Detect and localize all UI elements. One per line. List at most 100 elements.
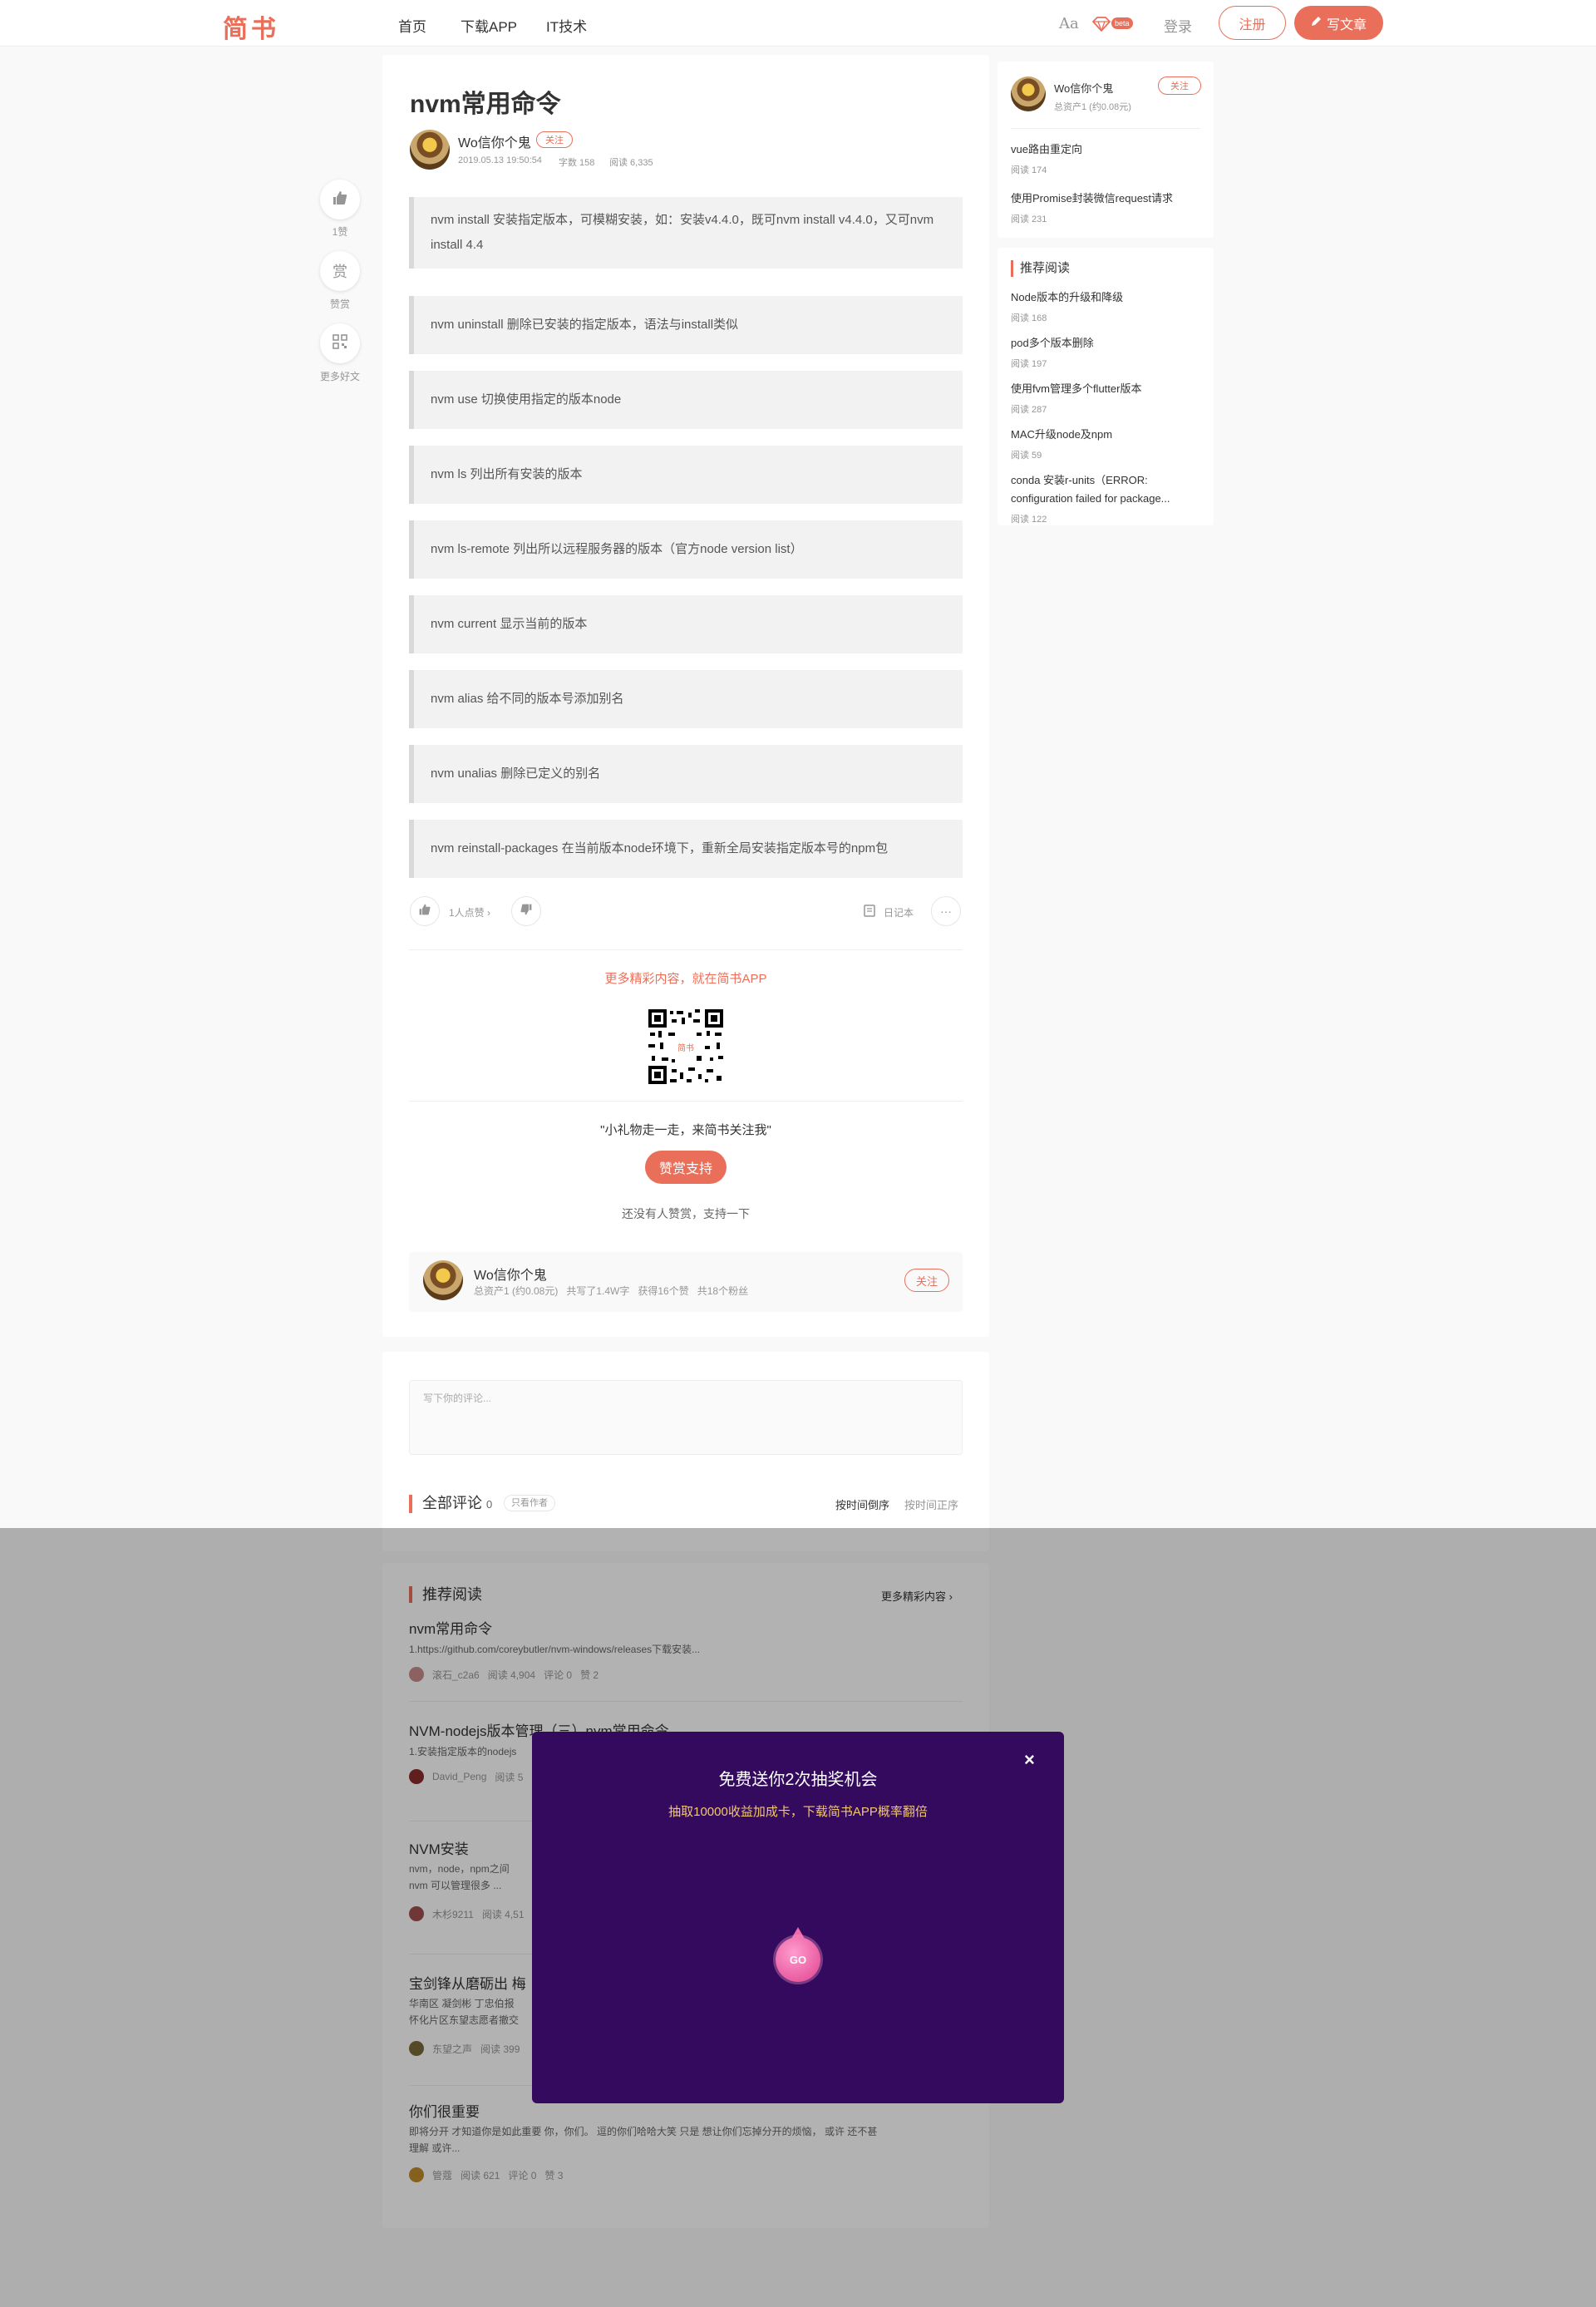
- close-icon[interactable]: ×: [1024, 1749, 1035, 1771]
- ellipsis-icon: ···: [940, 905, 952, 918]
- sidebar-rec-meta: 阅读 122: [1011, 515, 1047, 525]
- sidebar-rec-meta: 阅读 287: [1011, 405, 1047, 415]
- quote-text: nvm unalias 删除已定义的别名: [431, 767, 601, 781]
- more-in-app-text[interactable]: 更多精彩内容，就在简书APP: [382, 969, 989, 987]
- quote-block: nvm ls-remote 列出所以远程服务器的版本（官方node versio…: [409, 520, 963, 579]
- sidebar-rec-title[interactable]: pod多个版本删除: [1011, 334, 1094, 352]
- write-label: 写文章: [1326, 17, 1367, 32]
- sort-time-desc[interactable]: 按时间倒序: [835, 1496, 889, 1512]
- divider: [409, 949, 963, 950]
- comment-count: 0: [486, 1498, 493, 1511]
- sidebar-rec-meta: 阅读 168: [1011, 313, 1047, 323]
- quote-block: nvm uninstall 删除已安装的指定版本，语法与install类似: [409, 296, 963, 354]
- reward-side-button[interactable]: 赏: [320, 251, 360, 291]
- download-app-qrcode[interactable]: 简书: [647, 1008, 725, 1086]
- go-label: GO: [789, 1953, 807, 1966]
- sidebar-post-meta: 阅读 231: [1011, 214, 1047, 224]
- sidebar-rec-title[interactable]: conda 安装r-units（ERROR: configuration fai…: [1011, 471, 1194, 508]
- article-title: nvm常用命令: [410, 91, 561, 118]
- go-lottery-button[interactable]: GO: [776, 1937, 820, 1982]
- qrcode-icon: [332, 333, 347, 353]
- quote-block: nvm ls 列出所有安装的版本: [409, 446, 963, 504]
- nav-download-app[interactable]: 下载APP: [461, 15, 517, 36]
- jianshu-logo[interactable]: 简书: [223, 8, 279, 45]
- only-author-filter[interactable]: 只看作者: [504, 1495, 555, 1511]
- all-comments-heading: 全部评论 0: [409, 1495, 492, 1513]
- more-articles-side-button[interactable]: [320, 323, 360, 363]
- quote-text: nvm uninstall 删除已安装的指定版本，语法与install类似: [431, 318, 739, 332]
- login-link[interactable]: 登录: [1164, 15, 1192, 36]
- author-name[interactable]: Wo信你个鬼: [458, 131, 531, 151]
- author-avatar[interactable]: [423, 1260, 463, 1300]
- like-count-text[interactable]: 1人点赞 ›: [449, 905, 490, 919]
- reward-support-label: 赞赏支持: [658, 1162, 712, 1176]
- quote-text: nvm ls 列出所有安装的版本: [431, 467, 583, 481]
- pen-icon: [1311, 16, 1322, 31]
- author-stats: 总资产1 (约0.08元) 共写了1.4W字 获得16个赞 共18个粉丝: [474, 1285, 749, 1297]
- sidebar-post-title[interactable]: 使用Promise封装微信request请求: [1011, 190, 1173, 208]
- quote-text: nvm current 显示当前的版本: [431, 617, 588, 631]
- article-read-count: 阅读 6,335: [609, 158, 653, 168]
- reward-support-button[interactable]: 赞赏支持: [645, 1151, 727, 1184]
- register-label: 注册: [1239, 17, 1266, 32]
- all-comments-label: 全部评论: [422, 1495, 482, 1511]
- follow-author-tag[interactable]: 关注: [536, 131, 573, 148]
- more-options-button[interactable]: ···: [931, 896, 961, 926]
- thumb-down-icon: [520, 903, 533, 920]
- quote-text: nvm install 安装指定版本，可模糊安装，如：安装v4.4.0，既可nv…: [431, 213, 934, 252]
- sidebar-rec-meta: 阅读 197: [1011, 359, 1047, 369]
- quote-block: nvm use 切换使用指定的版本node: [409, 371, 963, 429]
- quote-text: nvm alias 给不同的版本号添加别名: [431, 692, 624, 706]
- comment-input[interactable]: 写下你的评论...: [409, 1380, 963, 1455]
- follow-label: 关注: [1170, 81, 1189, 91]
- like-side-button[interactable]: [320, 180, 360, 219]
- quote-block: nvm current 显示当前的版本: [409, 595, 963, 653]
- quote-block: nvm install 安装指定版本，可模糊安装，如：安装v4.4.0，既可nv…: [409, 197, 963, 269]
- reward-icon: 赏: [332, 264, 347, 280]
- reward-slogan: "小礼物走一走，来简书关注我": [600, 1123, 771, 1137]
- quote-text: nvm use 切换使用指定的版本node: [431, 392, 622, 407]
- follow-label: 关注: [915, 1274, 938, 1288]
- notebook-icon: [864, 905, 875, 921]
- sidebar-author-assets: 总资产1 (约0.08元): [1054, 102, 1131, 112]
- modal-title: 免费送你2次抽奖机会: [718, 1771, 878, 1789]
- sort-time-asc[interactable]: 按时间正序: [904, 1496, 958, 1512]
- quote-block: nvm reinstall-packages 在当前版本node环境下，重新全局…: [409, 820, 963, 878]
- dislike-button[interactable]: [511, 896, 541, 926]
- sidebar-follow-button[interactable]: 关注: [1158, 76, 1201, 95]
- divider: [409, 1101, 963, 1102]
- modal-subtitle: 抽取10000收益加成卡，下载简书APP概率翻倍: [668, 1805, 928, 1819]
- sidebar-author-name[interactable]: Wo信你个鬼: [1054, 80, 1113, 96]
- sidebar-rec-meta: 阅读 59: [1011, 451, 1042, 461]
- like-button[interactable]: [410, 896, 440, 926]
- chevron-right-icon: ›: [487, 907, 491, 919]
- nav-it-tech[interactable]: IT技术: [546, 15, 587, 36]
- beta-badge: beta: [1111, 17, 1133, 29]
- font-size-toggle[interactable]: Aa: [1059, 15, 1079, 32]
- nav-home[interactable]: 首页: [398, 15, 426, 36]
- like-count-label: 1人点赞: [449, 907, 485, 919]
- follow-author-button[interactable]: 关注: [904, 1269, 949, 1292]
- thumb-up-icon: [418, 903, 431, 920]
- sidebar-rec-title[interactable]: Node版本的升级和降级: [1011, 288, 1123, 307]
- author-name[interactable]: Wo信你个鬼: [474, 1264, 547, 1284]
- comment-placeholder: 写下你的评论...: [423, 1393, 492, 1404]
- sidebar-post-title[interactable]: vue路由重定向: [1011, 140, 1082, 159]
- sidebar-rec-title[interactable]: 使用fvm管理多个flutter版本: [1011, 380, 1141, 398]
- article-word-count: 字数 158: [559, 158, 595, 168]
- diamond-icon[interactable]: [1091, 17, 1111, 36]
- sidebar-rec-title[interactable]: MAC升级node及npm: [1011, 426, 1112, 444]
- quote-text: nvm reinstall-packages 在当前版本node环境下，重新全局…: [431, 841, 889, 855]
- author-avatar[interactable]: [410, 130, 450, 170]
- no-reward-text: 还没有人赞赏，支持一下: [622, 1207, 750, 1220]
- sidebar-recommend-heading: 推荐阅读: [1011, 260, 1070, 277]
- divider: [1011, 128, 1200, 129]
- reward-label: 赞赏: [329, 298, 350, 310]
- sidebar-author-avatar[interactable]: [1011, 76, 1046, 111]
- quote-block: nvm alias 给不同的版本号添加别名: [409, 670, 963, 728]
- register-button[interactable]: 注册: [1219, 6, 1286, 40]
- notebook-link[interactable]: 日记本: [884, 905, 914, 919]
- quote-block: nvm unalias 删除已定义的别名: [409, 745, 963, 803]
- more-articles-label: 更多好文: [319, 371, 360, 382]
- write-article-button[interactable]: 写文章: [1294, 6, 1383, 40]
